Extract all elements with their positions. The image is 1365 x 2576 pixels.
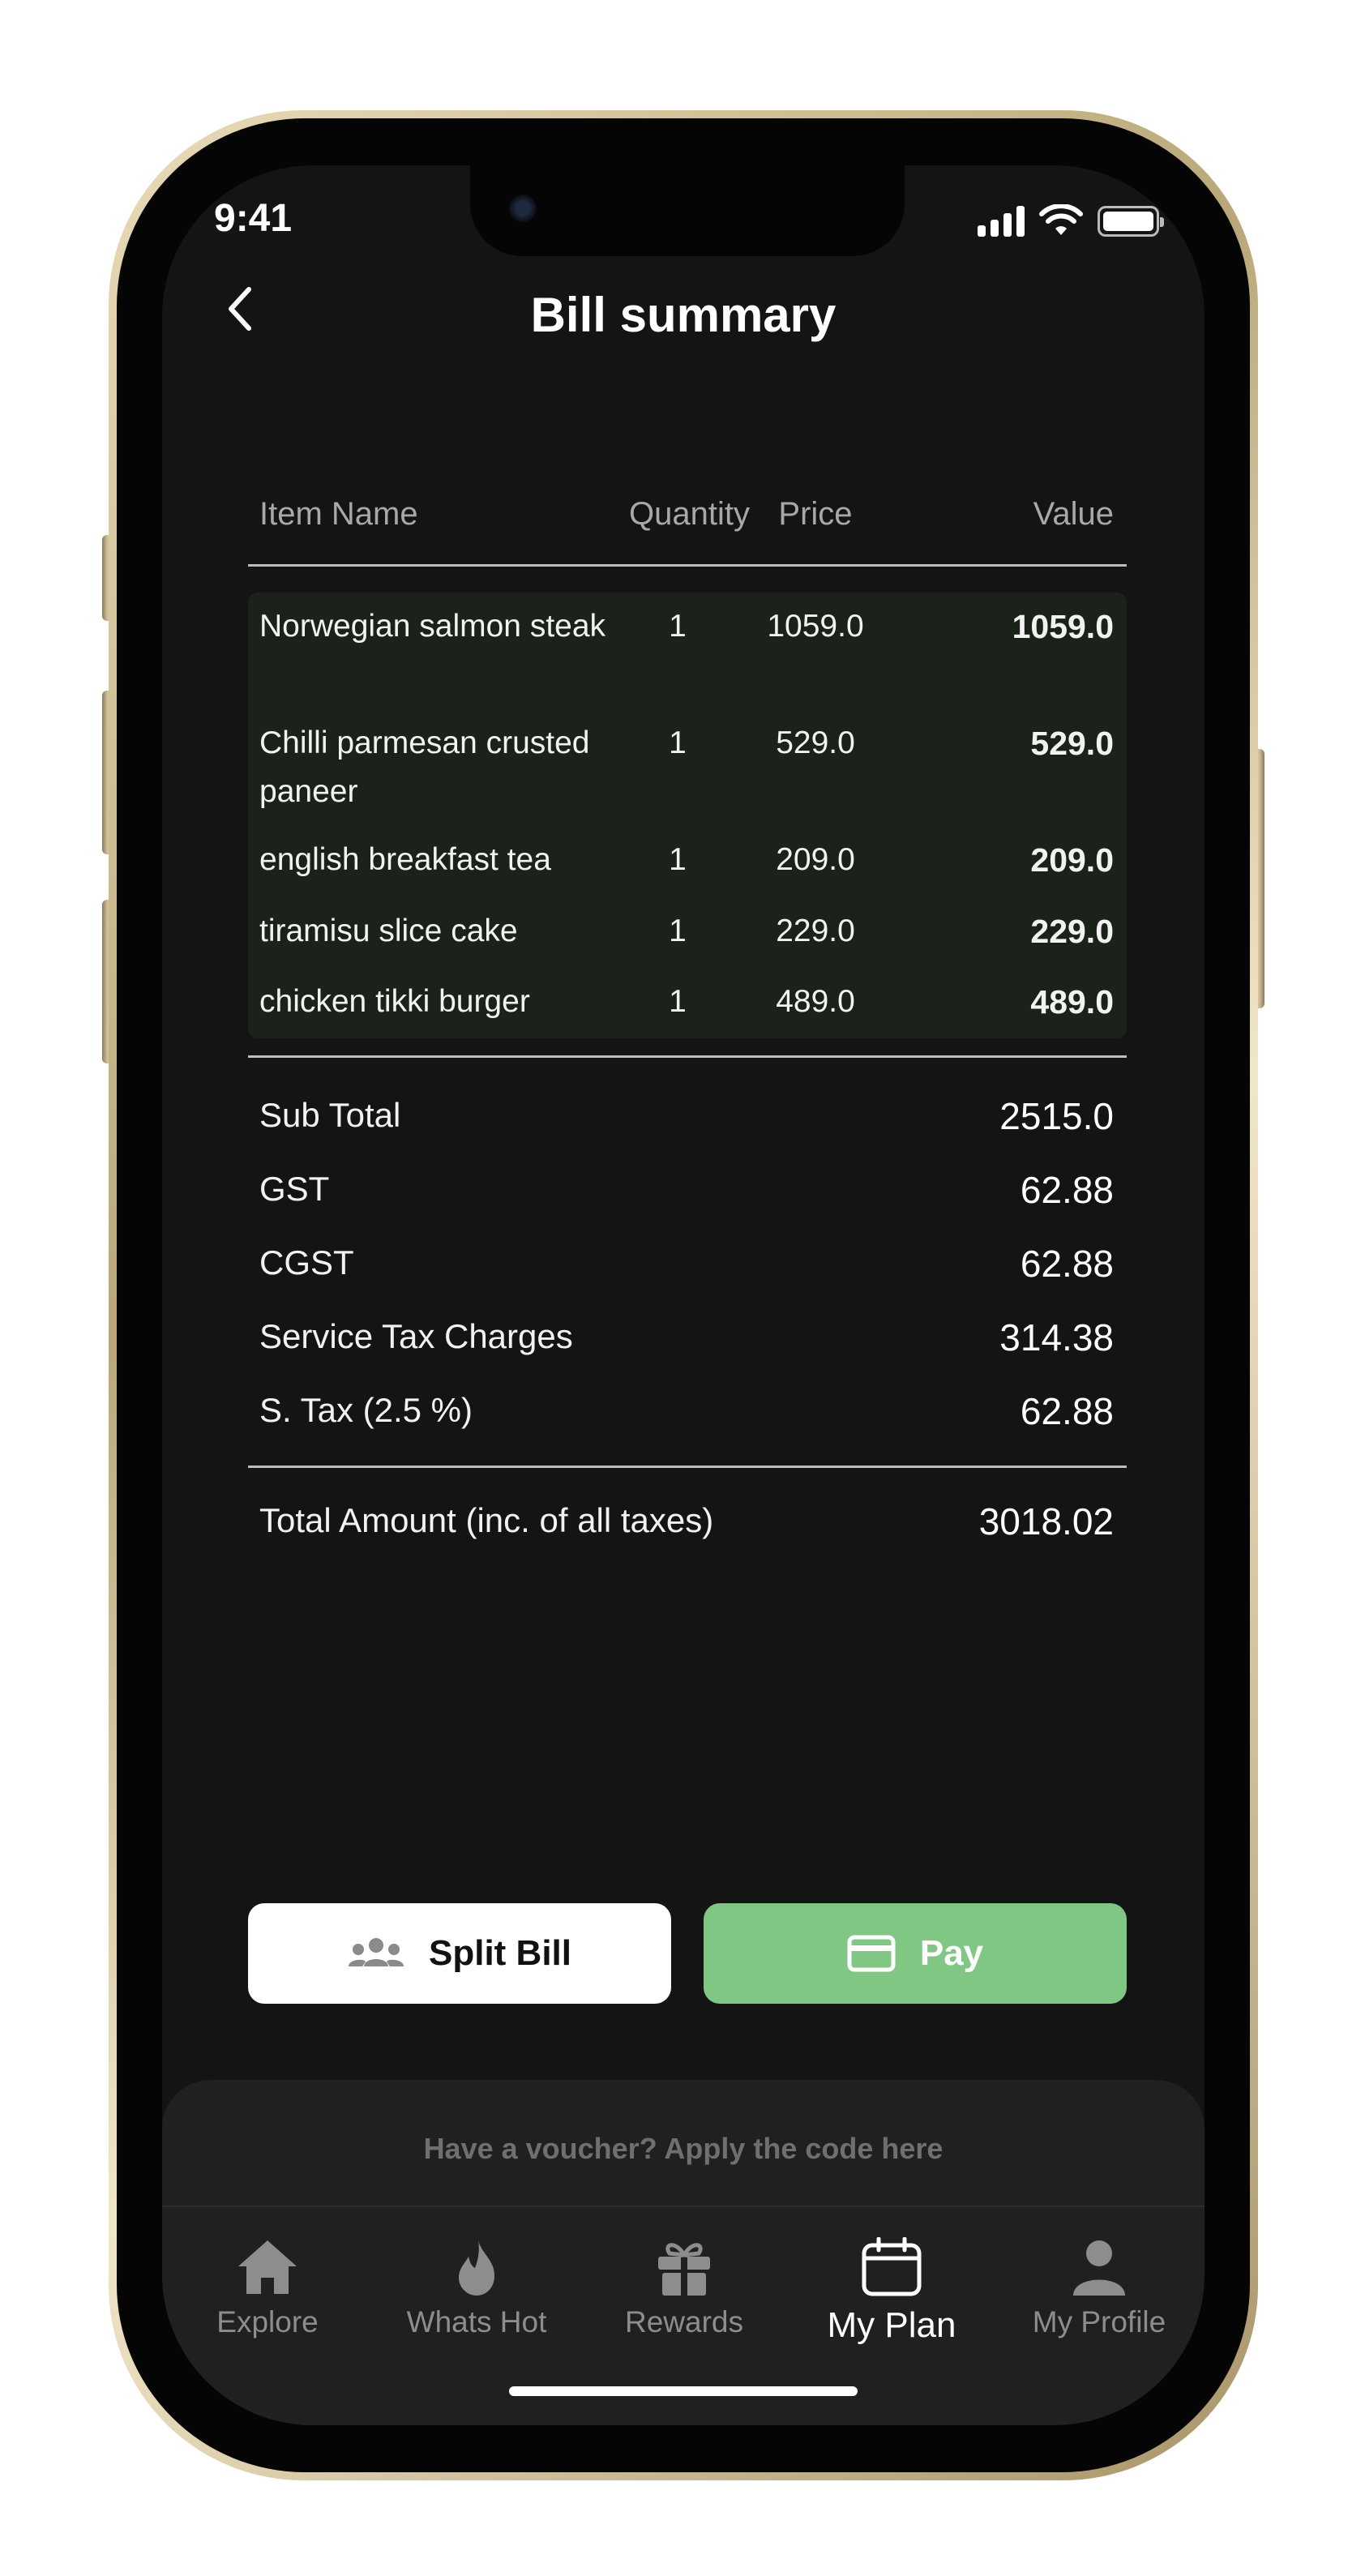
item-name: Norwegian salmon steak [259,609,606,644]
bill-items: Norwegian salmon steak 1 1059.0 1059.0 C… [248,593,1127,1038]
summary-label: S. Tax (2.5 %) [259,1391,473,1429]
column-header-price: Price [778,496,853,532]
home-indicator[interactable] [509,2386,858,2396]
pay-button[interactable]: Pay [704,1903,1127,2004]
item-name: chicken tikki burger [259,984,530,1019]
total-label: Total Amount (inc. of all taxes) [259,1501,714,1539]
item-quantity: 1 [669,725,687,760]
item-price: 209.0 [776,842,855,877]
item-name: Chilli parmesan crusted paneer [259,725,590,809]
item-price: 229.0 [776,914,855,948]
status-icons [978,204,1164,237]
tab-label: Whats Hot [406,2305,547,2339]
item-value: 229.0 [1030,913,1114,950]
credit-card-icon [847,1935,896,1972]
battery-icon [1098,206,1164,237]
flame-icon [459,2240,494,2296]
total-value: 3018.02 [978,1500,1114,1543]
voucher-link[interactable]: Have a voucher? Apply the code here [162,2132,1205,2166]
cellular-signal-icon [978,206,1025,237]
item-price: 1059.0 [767,609,864,644]
summary-row: Sub Total 2515.0 [248,1089,1127,1146]
tabbar-divider [162,2206,1205,2207]
summary-label: Service Tax Charges [259,1317,573,1355]
column-header-quantity: Quantity [629,496,750,532]
summary-value: 62.88 [1020,1390,1114,1432]
summary-value: 314.38 [999,1316,1114,1359]
tab-bar: Explore Whats Hot Rewards My Plan My Pro… [162,2237,1205,2359]
summary-label: Sub Total [259,1096,401,1134]
column-header-item-name: Item Name [259,496,418,532]
item-value: 529.0 [1030,725,1114,762]
calendar-icon [862,2237,922,2296]
item-value: 1059.0 [1012,608,1114,645]
summary-row: S. Tax (2.5 %) 62.88 [248,1384,1127,1441]
tab-label: My Plan [827,2305,956,2345]
screen: 9:41 Bill summary Item Name Quantity Pri… [162,165,1205,2425]
tab-label: My Profile [1032,2305,1166,2339]
summary-row: Service Tax Charges 314.38 [248,1311,1127,1367]
item-quantity: 1 [669,984,687,1019]
item-price: 529.0 [776,725,855,760]
front-camera [509,195,537,222]
group-icon [349,1938,404,1966]
column-header-value: Value [1033,496,1114,532]
tab-my-plan[interactable]: My Plan [794,2237,989,2346]
wifi-icon [1039,204,1083,235]
person-icon [1073,2240,1125,2296]
tab-rewards[interactable]: Rewards [587,2237,781,2339]
page-title: Bill summary [530,288,837,342]
tab-label: Rewards [625,2305,743,2339]
items-divider [248,1055,1127,1058]
summary-value: 62.88 [1020,1169,1114,1211]
item-name: tiramisu slice cake [259,914,518,948]
summary-row: GST 62.88 [248,1163,1127,1220]
item-value: 489.0 [1030,983,1114,1021]
device-mockup: 9:41 Bill summary Item Name Quantity Pri… [0,0,1365,2576]
item-name: english breakfast tea [259,842,551,877]
item-quantity: 1 [669,842,687,877]
summary-divider [248,1466,1127,1468]
item-quantity: 1 [669,609,687,644]
summary-value: 62.88 [1020,1243,1114,1285]
split-bill-button[interactable]: Split Bill [248,1903,671,2004]
home-icon [238,2240,297,2294]
tab-my-profile[interactable]: My Profile [1002,2237,1196,2339]
summary-value: 2515.0 [999,1095,1114,1137]
summary-label: CGST [259,1243,354,1282]
table-header: Item Name Quantity Price Value [248,496,1127,545]
item-value: 209.0 [1030,841,1114,879]
gift-icon [658,2243,710,2296]
split-bill-label: Split Bill [429,1933,571,1973]
summary-row: CGST 62.88 [248,1237,1127,1294]
summary-label: GST [259,1170,330,1208]
tab-label: Explore [216,2305,319,2339]
status-time: 9:41 [214,197,293,240]
pay-label: Pay [919,1933,984,1973]
tab-explore[interactable]: Explore [170,2237,365,2339]
tab-whats-hot[interactable]: Whats Hot [379,2237,574,2339]
item-price: 489.0 [776,984,855,1019]
total-row: Total Amount (inc. of all taxes) 3018.02 [248,1495,1127,1551]
table-header-divider [248,564,1127,567]
item-quantity: 1 [669,914,687,948]
